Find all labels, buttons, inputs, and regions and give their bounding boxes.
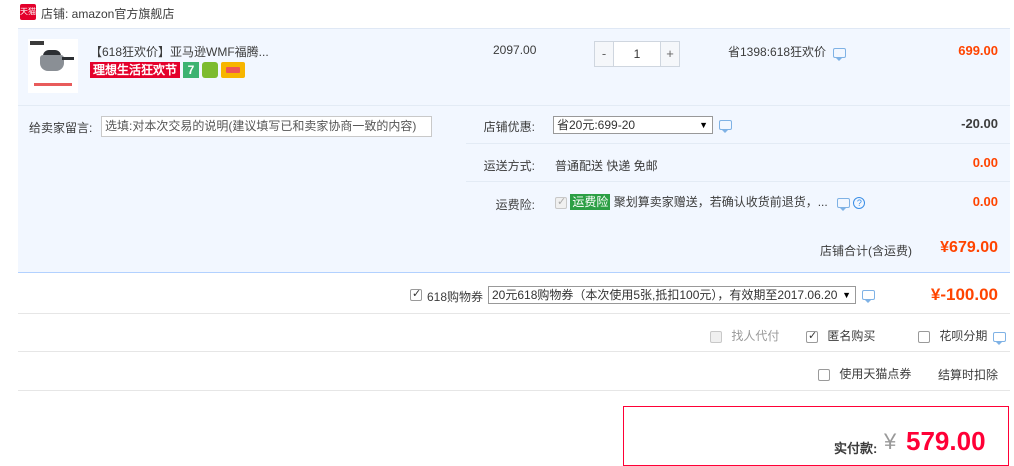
shipping-value: 0.00 [972, 155, 998, 170]
payment-summary: 实付款: ¥ 579.00 [623, 406, 1009, 466]
coupon-selected: 20元618购物券（本次使用5张,抵扣100元），有效期至2017.06.20 [492, 288, 838, 302]
anonymous-buy-option[interactable]: 匿名购买 [806, 327, 875, 344]
coupon-value: ¥-100.00 [930, 285, 998, 304]
quantity-stepper: - 1 + [594, 41, 680, 67]
settlement-deduct-text: 结算时扣除 [938, 368, 999, 382]
shop-discount-selected: 省20元:699-20 [557, 118, 636, 132]
tmall-points-option[interactable]: 使用天猫点券 [818, 365, 911, 382]
coupon-select[interactable]: 20元618购物券（本次使用5张,抵扣100元），有效期至2017.06.20 … [488, 286, 856, 304]
divider [18, 390, 1010, 391]
seller-message-input[interactable]: 选填:对本次交易的说明(建议填写已和卖家协商一致的内容) [101, 116, 432, 137]
insurance-tag: 运费险 [570, 194, 611, 210]
tmall-points-checkbox[interactable] [818, 368, 830, 381]
tmall-points-label: 使用天猫点券 [839, 367, 912, 381]
coupon-label: 618购物券 [427, 290, 484, 304]
tmall-shop-icon: 天猫 [20, 4, 36, 20]
shop-discount-label: 店铺优惠: [483, 120, 535, 134]
pot-handle-shape [62, 57, 74, 60]
shipping-insurance-row: 运费险: 运费险 聚划算卖家赠送，若确认收货前退货，... ? 0.00 [466, 182, 1010, 222]
shipping-method: 普通配送 快递 免邮 [555, 159, 658, 173]
item-subtotal: 699.00 [958, 43, 998, 58]
insurance-value: 0.00 [972, 194, 998, 209]
insurance-label: 运费险: [495, 198, 535, 212]
shop-name-link[interactable]: 店铺: amazon官方旗舰店 [41, 5, 174, 22]
shipping-label: 运送方式: [483, 159, 535, 173]
chevron-down-icon: ▼ [842, 290, 851, 300]
insurance-checkbox[interactable] [555, 195, 567, 209]
product-thumbnail[interactable] [28, 39, 78, 93]
chevron-down-icon: ▼ [699, 120, 708, 130]
help-icon[interactable]: ? [853, 196, 866, 209]
brand-logo-mark [30, 41, 44, 45]
proxy-pay-label: 找人代付 [731, 329, 780, 343]
anonymous-buy-label: 匿名购买 [827, 329, 876, 343]
divider [18, 313, 1010, 314]
item-title-link[interactable]: 【618狂欢价】亚马逊WMF福腾... [90, 43, 269, 60]
insurance-detail: 运费险 聚划算卖家赠送，若确认收货前退货，... ? [555, 193, 866, 211]
chat-icon[interactable] [719, 120, 732, 133]
shop-total-value: ¥679.00 [940, 239, 998, 256]
quantity-increase-button[interactable]: + [660, 41, 680, 67]
shop-discount-row: 店铺优惠: 省20元:699-20 ▼ -20.00 [466, 106, 1010, 144]
shop-discount-value: -20.00 [961, 116, 998, 131]
seller-message-label: 给卖家留言: [29, 121, 93, 135]
chat-icon[interactable] [992, 331, 1006, 345]
unit-price: 2097.00 [493, 43, 537, 57]
credit-card-icon [221, 62, 245, 78]
quantity-input[interactable]: 1 [614, 41, 660, 67]
proxy-pay-checkbox[interactable] [710, 330, 722, 343]
chat-icon[interactable] [862, 290, 875, 303]
shop-header: 天猫 店铺: amazon官方旗舰店 [0, 0, 1014, 25]
chat-icon[interactable] [833, 47, 847, 61]
promo-festival-badge: 理想生活狂欢节 [90, 62, 181, 78]
proxy-pay-option[interactable]: 找人代付 [710, 327, 779, 344]
shipping-row: 运送方式: 普通配送 快递 免邮 0.00 [466, 144, 1010, 182]
payment-value: 579.00 [906, 426, 986, 456]
shop-discount-select[interactable]: 省20元:699-20 ▼ [553, 116, 713, 134]
saving-text: 省1398:618狂欢价 [728, 45, 827, 59]
pot-body-shape [40, 55, 64, 71]
coupon-row: 618购物券 20元618购物券（本次使用5张,抵扣100元），有效期至2017… [0, 284, 1014, 306]
order-panel: 【618狂欢价】亚马逊WMF福腾... 理想生活狂欢节 7 2097.00 - … [18, 28, 1010, 273]
seven-day-return-icon: 7 [183, 62, 199, 78]
quantity-decrease-button[interactable]: - [594, 41, 614, 67]
insurance-text: 聚划算卖家赠送，若确认收货前退货，... [613, 195, 828, 209]
payment-currency: ¥ [884, 429, 897, 454]
saving-info: 省1398:618狂欢价 [728, 43, 847, 61]
installment-checkbox[interactable] [918, 330, 930, 343]
installment-label: 花呗分期 [939, 329, 988, 343]
anonymous-buy-checkbox[interactable] [806, 329, 818, 343]
coupon-checkbox[interactable] [410, 287, 422, 301]
item-row: 【618狂欢价】亚马逊WMF福腾... 理想生活狂欢节 7 2097.00 - … [18, 29, 1010, 106]
guarantee-icon [202, 62, 218, 78]
divider [18, 351, 1010, 352]
thumbnail-footer-stripe [34, 83, 72, 86]
shop-total-label: 店铺合计(含运费) [820, 244, 912, 258]
chat-icon[interactable] [837, 197, 851, 211]
installment-option[interactable]: 花呗分期 [918, 327, 1006, 345]
payment-label: 实付款: [834, 441, 878, 456]
